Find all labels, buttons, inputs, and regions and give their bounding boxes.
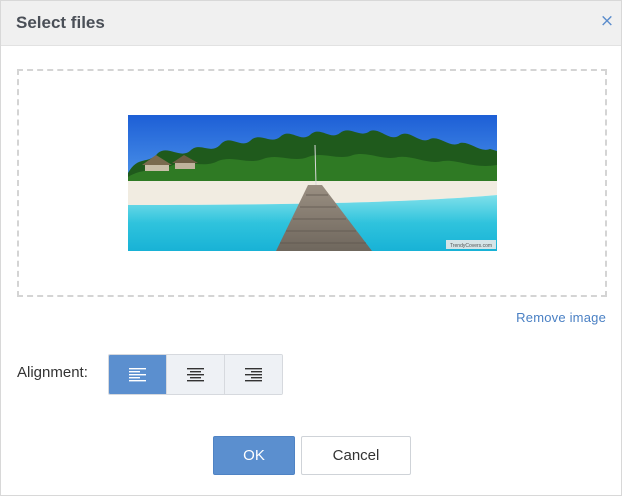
dialog-header: Select files ×	[1, 1, 621, 46]
align-right-button[interactable]	[224, 355, 282, 394]
file-dropzone[interactable]: TrendyCovers.com	[17, 69, 607, 297]
align-left-button[interactable]	[109, 355, 166, 394]
align-right-icon	[244, 367, 262, 381]
remove-image-link[interactable]: Remove image	[516, 310, 606, 325]
alignment-group	[108, 354, 283, 395]
align-left-icon	[128, 367, 146, 381]
align-center-icon	[186, 367, 204, 381]
align-center-button[interactable]	[166, 355, 224, 394]
cancel-button[interactable]: Cancel	[301, 436, 411, 475]
ok-button[interactable]: OK	[213, 436, 295, 475]
image-preview: TrendyCovers.com	[128, 115, 497, 251]
close-icon[interactable]: ×	[599, 11, 615, 31]
alignment-label: Alignment:	[17, 364, 88, 381]
watermark-text: TrendyCovers.com	[450, 243, 492, 249]
dialog-title: Select files	[16, 13, 105, 32]
select-files-dialog: Select files × TrendyCovers.com Remove i…	[0, 0, 622, 496]
